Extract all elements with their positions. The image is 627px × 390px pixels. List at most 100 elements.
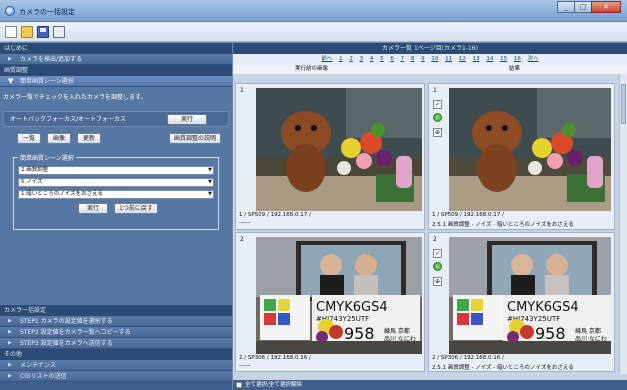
test-chart-text: 練馬 京都 — [575, 327, 601, 335]
vertical-scrollbar[interactable] — [619, 74, 627, 374]
open-folder-icon[interactable] — [21, 26, 33, 38]
af-label: オートバックフォーカス/オートフォーカス — [10, 116, 127, 123]
cell-caption: 2 / SP306 / 192.168.0.16 / — [432, 355, 504, 361]
left-panel: はじめに ▶ カメラを検出/追加する 画質調整 ▼ 簡単画質シーン選択 カメラ一… — [0, 43, 232, 390]
pager-next[interactable]: 次へ — [528, 56, 539, 62]
scrollbar-thumb[interactable] — [621, 84, 626, 124]
right-panel: カメラ一覧 1ページ目(カメラ1-16) 前へ 1 2 3 4 5 6 7 8 … — [233, 43, 627, 390]
cell-status: 2.5.1 画質調整 - ノイズ - 暗いところのノイズをおさえる — [432, 365, 574, 371]
triangle-right-icon: ▶ — [8, 340, 12, 346]
pager-page[interactable]: 2 — [349, 56, 353, 62]
triangle-down-icon: ▼ — [8, 77, 14, 85]
pager-page[interactable]: 4 — [370, 56, 374, 62]
execute-button[interactable]: 実行 — [78, 203, 108, 214]
camera-list-title: カメラ一覧 1ページ目(カメラ1-16) — [233, 43, 627, 54]
camera-image-scene2: CMYK6GS4 #HJ743Y25UTF 958 練馬 京都 品川 なにわ — [256, 237, 422, 354]
pager-page[interactable]: 6 — [390, 56, 394, 62]
nav-maintenance-label: メンテナンス — [20, 362, 56, 369]
scene-panel: カメラ一覧でチェックを入れたカメラを調整します。 オートバックフォーカス/オート… — [0, 87, 232, 305]
adjust-category-select[interactable]: 2.画質調整 ▼ — [18, 166, 214, 175]
chevron-down-icon: ▼ — [208, 179, 212, 185]
maximize-button[interactable]: □ — [574, 1, 592, 13]
pager-page[interactable]: 13 — [473, 56, 480, 62]
test-chart-text: 958 — [344, 324, 375, 343]
triangle-right-icon: ▶ — [8, 318, 12, 324]
window-controls: _ □ ✕ — [557, 1, 621, 13]
zoom-icon[interactable]: ⊕ — [433, 128, 442, 137]
list-buttons: 一覧 画像 更新 画質調整の説明 — [3, 133, 229, 145]
cell-number: 1 — [433, 87, 437, 94]
nav-step3[interactable]: ▶ STEP3 設定値をカメラへ送信する — [0, 338, 232, 349]
checkbox-checked-icon[interactable]: ✓ — [433, 100, 442, 109]
adjust-scene-value: 1.暗いところのノイズをおさえる — [21, 191, 103, 197]
checkbox-checked-icon[interactable]: ✓ — [433, 249, 442, 258]
nav-step3-label: STEP3 設定値をカメラへ送信する — [20, 340, 113, 347]
nav-step2[interactable]: ▶ STEP2 設定値をカメラ一覧へコピーする — [0, 327, 232, 338]
list-button[interactable]: 一覧 — [17, 133, 41, 144]
select-all-label[interactable]: 全て選択/全て選択解除 — [245, 382, 302, 388]
nav-simple-scene[interactable]: ▼ 簡単画質シーン選択 — [0, 76, 232, 87]
nav-step1[interactable]: ▶ STEP1 カメラの設定値を選択する — [0, 316, 232, 327]
pager-page[interactable]: 12 — [459, 56, 466, 62]
zoom-icon[interactable]: ⊕ — [433, 277, 442, 286]
pager-page[interactable]: 11 — [445, 56, 452, 62]
close-button[interactable]: ✕ — [591, 1, 621, 13]
nav-maintenance[interactable]: ▶ メンテナンス — [0, 360, 232, 371]
exec-row: 実行 1つ前に戻す — [18, 203, 214, 214]
pager-page[interactable]: 16 — [514, 56, 521, 62]
pager-page[interactable]: 3 — [360, 56, 364, 62]
nav-simple-scene-label: 簡単画質シーン選択 — [20, 78, 74, 85]
new-file-icon[interactable] — [5, 26, 17, 38]
select-all-checkbox[interactable] — [236, 382, 242, 388]
af-row: オートバックフォーカス/オートフォーカス 実行 — [3, 111, 229, 127]
section-intro: はじめに — [0, 43, 232, 54]
pager-page[interactable]: 14 — [486, 56, 493, 62]
explain-button[interactable]: 画質調整の説明 — [169, 133, 221, 144]
camera-image-result1 — [449, 88, 611, 211]
test-chart-text: 958 — [535, 324, 566, 343]
update-button[interactable]: 更新 — [77, 133, 101, 144]
image-button[interactable]: 画像 — [47, 133, 71, 144]
camera-cell[interactable]: 2 CMYK6GS4 #HJ743Y25UTF 958 練馬 京都 品川 なにわ — [235, 232, 425, 372]
cell-caption: 1 / SP509 / 192.168.0.17 / — [239, 212, 311, 218]
pager-page[interactable]: 9 — [421, 56, 425, 62]
nav-step1-label: STEP1 カメラの設定値を選択する — [20, 318, 113, 325]
adjust-item-select[interactable]: 5.ノイズ ▼ — [18, 178, 214, 187]
nav-detect-camera[interactable]: ▶ カメラを検出/追加する — [0, 54, 232, 65]
adjust-item-value: 5.ノイズ — [21, 179, 43, 185]
cell-number: 1 — [240, 87, 244, 94]
pager-page[interactable]: 7 — [401, 56, 405, 62]
status-ok-icon — [433, 262, 442, 271]
minimize-button[interactable]: _ — [557, 1, 575, 13]
af-execute-button[interactable]: 実行 — [167, 114, 207, 125]
pager-page[interactable]: 10 — [431, 56, 438, 62]
window-title: カメラの一括設定 — [19, 8, 75, 16]
cell-status: 2.5.1 画質調整 - ノイズ - 暗いところのノイズをおさえる — [432, 222, 574, 228]
scene-description: カメラ一覧でチェックを入れたカメラを調整します。 — [3, 94, 147, 101]
undo-button[interactable]: 1つ前に戻す — [114, 203, 158, 214]
camera-cell[interactable]: 1 1 / SP509 / 192.168.0.17 / ------ — [235, 83, 425, 230]
scene-select-legend: 簡単画質シーン選択 — [20, 155, 74, 162]
section-other: その他 — [0, 349, 232, 360]
camera-cell-result[interactable]: 2 ✓ ⊕ CMYK6GS4 #HJ743Y25UTF 958 練馬 京都 品川… — [428, 232, 615, 372]
adjust-scene-select[interactable]: 1.暗いところのノイズをおさえる ▼ — [18, 190, 214, 199]
camera-cell-result[interactable]: 1 ✓ ⊕ 1 / SP509 / 192.168.0.17 / 2.5.1 画… — [428, 83, 615, 230]
pager-page[interactable]: 1 — [339, 56, 343, 62]
save-icon[interactable] — [37, 26, 49, 38]
pager-page[interactable]: 15 — [500, 56, 507, 62]
nav-cgi-send[interactable]: ▶ CGIリストの送信 — [0, 371, 232, 382]
col-result-header: 結果 — [509, 66, 521, 72]
cell-caption: 2 / SP306 / 192.168.0.16 / — [239, 355, 311, 361]
pager-prev[interactable]: 前へ — [321, 56, 332, 62]
nav-detect-label: カメラを検出/追加する — [20, 56, 83, 63]
cell-status: ------ — [239, 220, 251, 226]
export-icon[interactable] — [53, 26, 65, 38]
pager-page[interactable]: 8 — [411, 56, 415, 62]
test-chart-text: 練馬 京都 — [384, 327, 410, 335]
pager-page[interactable]: 5 — [380, 56, 384, 62]
title-bar: カメラの一括設定 _ □ ✕ — [0, 0, 627, 22]
pager: 前へ 1 2 3 4 5 6 7 8 9 10 11 12 13 14 15 1… — [233, 54, 627, 65]
camera-image-result2: CMYK6GS4 #HJ743Y25UTF 958 練馬 京都 品川 なにわ — [449, 237, 611, 354]
test-chart-text: CMYK6GS4 — [507, 300, 579, 315]
triangle-right-icon: ▶ — [8, 362, 12, 368]
